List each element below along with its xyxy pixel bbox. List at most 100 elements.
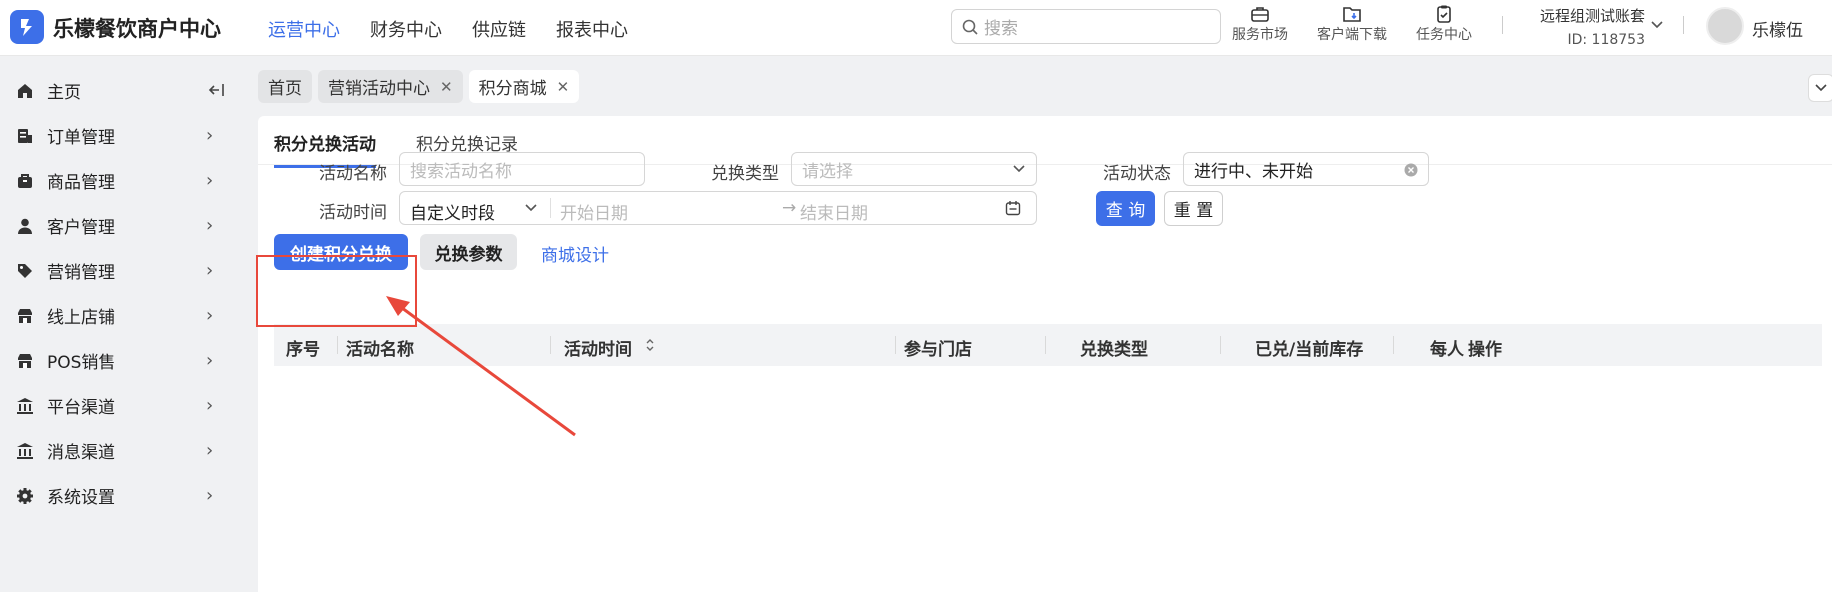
main-nav: 运营中心 财务中心 供应链 报表中心 <box>268 16 628 42</box>
activity-status-label: 活动状态 <box>1103 164 1171 184</box>
tag-icon <box>16 262 34 280</box>
top-bar: 乐檬餐饮商户中心 运营中心 财务中心 供应链 报表中心 搜索 服务市场 客户端下… <box>0 0 1832 56</box>
reset-button[interactable]: 重 置 <box>1164 191 1223 226</box>
column-header: 每人 <box>1430 340 1464 360</box>
store-icon <box>16 307 34 325</box>
activity-status-value: 进行中、未开始 <box>1194 161 1313 182</box>
bank-icon <box>16 397 34 415</box>
tool-label: 客户端下载 <box>1317 27 1387 43</box>
sidebar-item-pos[interactable]: POS销售 › <box>0 338 243 383</box>
divider <box>1393 336 1394 354</box>
sidebar-item-label: 订单管理 <box>47 128 115 148</box>
goods-icon <box>16 172 34 190</box>
column-header: 已兑/当前库存 <box>1255 340 1364 360</box>
bank-icon <box>16 442 34 460</box>
divider <box>337 336 338 354</box>
order-icon <box>16 127 34 145</box>
search-placeholder: 搜索 <box>984 19 1018 39</box>
tool-label: 任务中心 <box>1416 27 1472 43</box>
exchange-type-placeholder: 请选择 <box>802 161 853 182</box>
client-download-button[interactable]: 客户端下载 <box>1317 4 1387 44</box>
chevron-right-icon: › <box>206 440 214 461</box>
sidebar-item-online-store[interactable]: 线上店铺 › <box>0 293 243 338</box>
task-center-button[interactable]: 任务中心 <box>1416 4 1472 44</box>
exchange-params-button[interactable]: 兑换参数 <box>420 234 517 270</box>
page-tab-home[interactable]: 首页 <box>258 70 312 103</box>
column-header: 操作 <box>1468 340 1502 360</box>
close-icon[interactable]: ✕ <box>557 78 570 96</box>
chevron-right-icon: › <box>206 170 214 191</box>
sidebar-item-platform-channels[interactable]: 平台渠道 › <box>0 383 243 428</box>
divider <box>1220 336 1221 354</box>
tool-label: 服务市场 <box>1232 27 1288 43</box>
divider <box>1683 16 1684 34</box>
user-icon <box>16 217 34 235</box>
nav-supply-chain[interactable]: 供应链 <box>472 16 526 42</box>
page-tab-points-mall[interactable]: 积分商城 ✕ <box>468 70 580 103</box>
page-tab-label: 积分商城 <box>478 79 547 99</box>
sort-icon[interactable] <box>645 338 655 352</box>
sidebar-item-goods[interactable]: 商品管理 › <box>0 158 243 203</box>
download-folder-icon <box>1343 7 1361 22</box>
pos-store-icon <box>16 352 34 370</box>
divider <box>1045 336 1046 354</box>
chevron-down-icon <box>1013 165 1025 173</box>
nav-finance[interactable]: 财务中心 <box>370 16 442 42</box>
range-arrow-icon: → <box>782 198 797 218</box>
exchange-type-select[interactable]: 请选择 <box>791 152 1037 186</box>
service-market-button[interactable]: 服务市场 <box>1232 4 1288 44</box>
search-input[interactable]: 搜索 <box>951 9 1221 44</box>
divider <box>550 198 551 218</box>
close-icon[interactable]: ✕ <box>440 78 453 96</box>
account-id: ID: 118753 <box>1567 32 1645 48</box>
sidebar-item-customers[interactable]: 客户管理 › <box>0 203 243 248</box>
calendar-icon[interactable] <box>1005 200 1021 216</box>
chevron-right-icon: › <box>206 485 214 506</box>
clear-icon[interactable] <box>1404 163 1418 177</box>
query-button[interactable]: 查 询 <box>1096 191 1155 226</box>
chevron-right-icon: › <box>206 260 214 281</box>
chevron-down-icon <box>525 204 537 212</box>
chevron-right-icon: › <box>206 215 214 236</box>
start-date-input[interactable]: 开始日期 <box>560 199 628 224</box>
avatar[interactable] <box>1706 7 1744 45</box>
column-header[interactable]: 活动时间 <box>564 335 632 360</box>
end-date-input[interactable]: 结束日期 <box>800 199 868 224</box>
sidebar-item-label: 线上店铺 <box>47 308 115 328</box>
gear-icon <box>16 487 34 505</box>
exchange-type-label: 兑换类型 <box>711 164 779 184</box>
sidebar-item-marketing[interactable]: 营销管理 › <box>0 248 243 293</box>
activity-time-range: 自定义时段 开始日期 → 结束日期 <box>399 191 1037 225</box>
main-content: 积分兑换活动 积分兑换记录 活动名称 搜索活动名称 兑换类型 请选择 活动状态 … <box>258 116 1832 592</box>
divider <box>550 336 551 354</box>
activity-name-label: 活动名称 <box>319 164 387 184</box>
activity-name-placeholder: 搜索活动名称 <box>410 161 512 182</box>
page-tab-marketing-center[interactable]: 营销活动中心 ✕ <box>318 70 463 103</box>
sidebar-item-label: POS销售 <box>47 353 116 373</box>
sidebar-item-label: 客户管理 <box>47 218 115 238</box>
nav-operations[interactable]: 运营中心 <box>268 16 340 42</box>
sidebar-item-message-channels[interactable]: 消息渠道 › <box>0 428 243 473</box>
divider <box>1502 16 1503 34</box>
tabs-menu-chevron-icon[interactable] <box>1808 74 1832 102</box>
mall-design-link[interactable]: 商城设计 <box>541 241 609 266</box>
user-name[interactable]: 乐檬伍 <box>1752 16 1803 41</box>
activity-status-select[interactable]: 进行中、未开始 <box>1183 152 1429 186</box>
sidebar-item-orders[interactable]: 订单管理 › <box>0 113 243 158</box>
page-tabs: 首页 营销活动中心 ✕ 积分商城 ✕ <box>258 70 580 103</box>
activity-name-input[interactable]: 搜索活动名称 <box>399 152 645 186</box>
sidebar-item-label: 平台渠道 <box>47 398 115 418</box>
sidebar-item-label: 营销管理 <box>47 263 115 283</box>
sidebar-item-settings[interactable]: 系统设置 › <box>0 473 243 518</box>
briefcase-icon <box>1251 7 1269 22</box>
sidebar-item-label: 消息渠道 <box>47 443 115 463</box>
nav-reports[interactable]: 报表中心 <box>556 16 628 42</box>
sidebar: 主页 订单管理 › 商品管理 › 客户管理 › 营销管理 › 线上店铺 › PO… <box>0 57 243 592</box>
time-mode-select[interactable]: 自定义时段 <box>410 199 495 224</box>
chevron-down-icon[interactable] <box>1650 20 1664 30</box>
collapse-sidebar-icon[interactable] <box>207 82 225 103</box>
highlight-box <box>256 255 417 327</box>
account-switcher[interactable]: 远程组测试账套 ID: 118753 <box>1530 4 1645 52</box>
column-header: 参与门店 <box>904 340 972 360</box>
sidebar-item-label: 系统设置 <box>47 488 115 508</box>
